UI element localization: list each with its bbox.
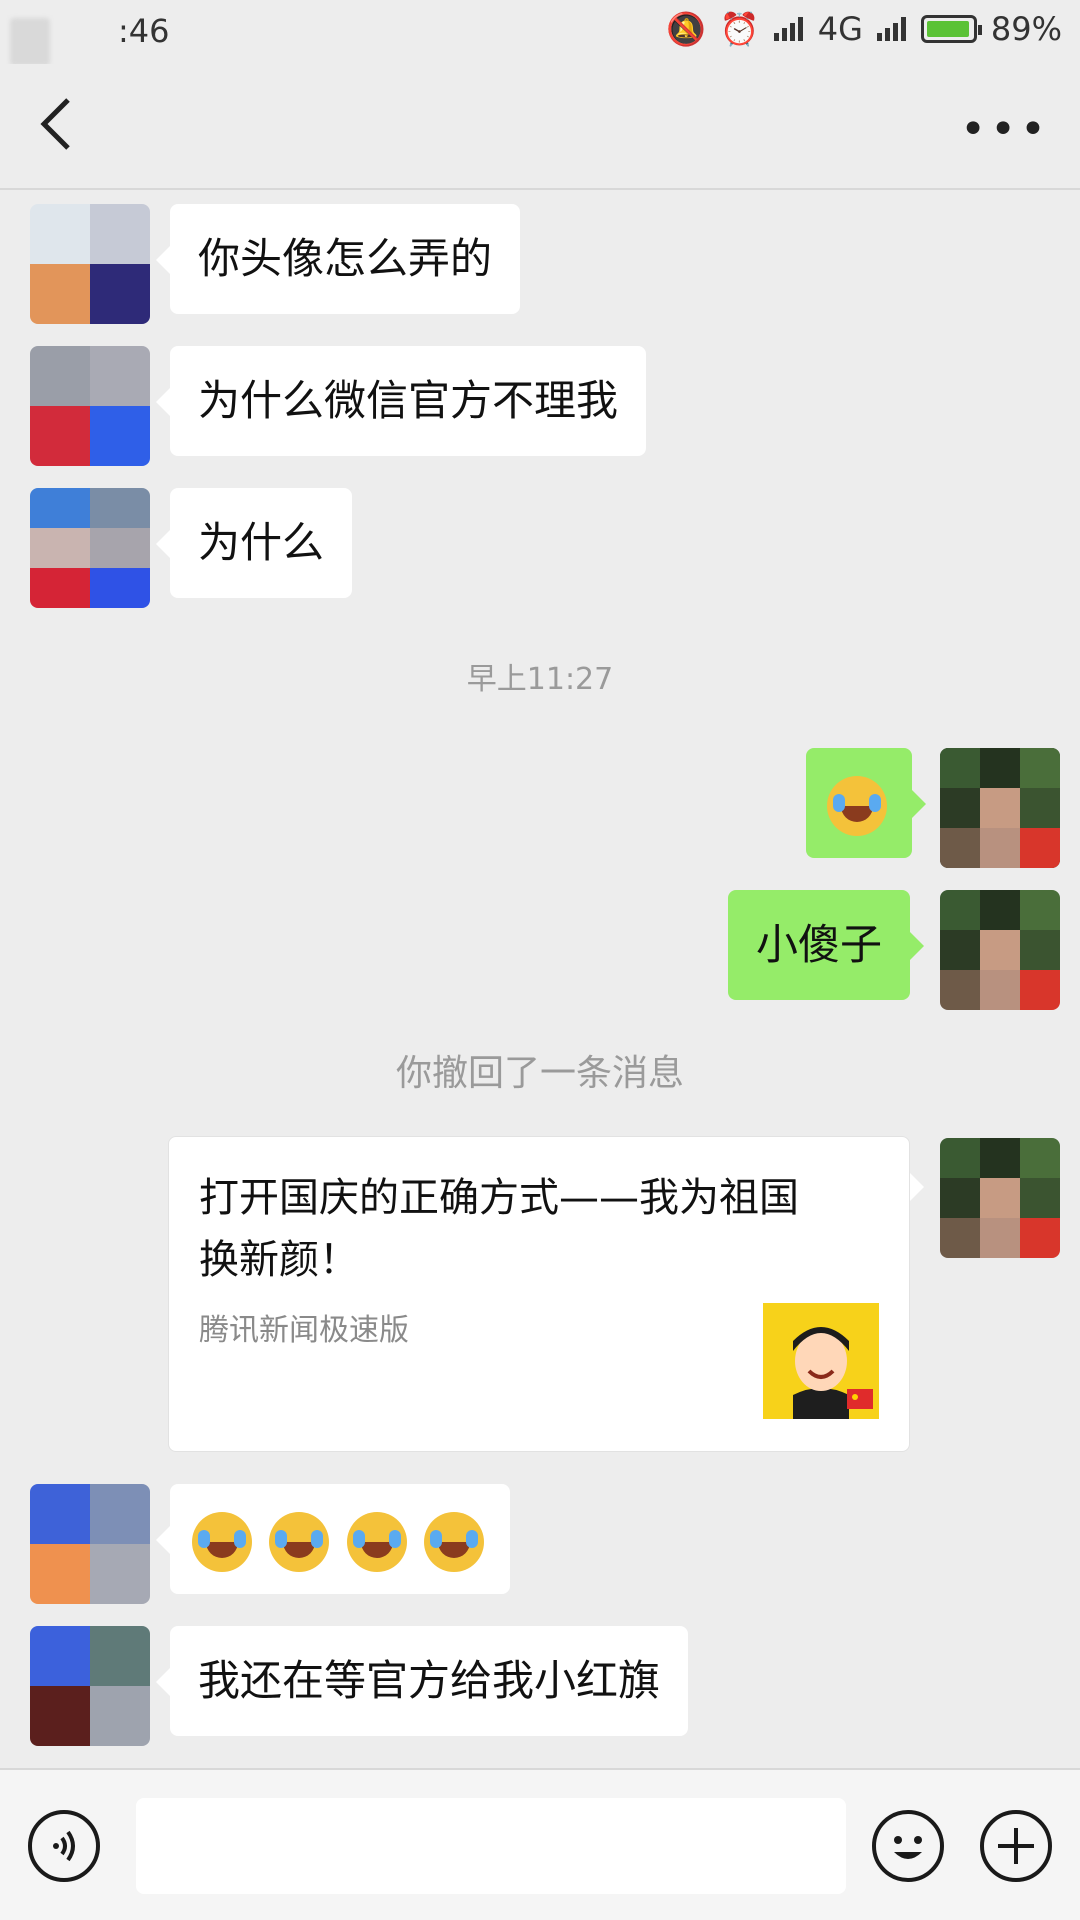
avatar[interactable] <box>940 748 1060 868</box>
laughing-crying-emoji-icon <box>424 1511 485 1572</box>
battery-percent: 89% <box>990 10 1062 48</box>
message-bubble[interactable]: 为什么微信官方不理我 <box>155 346 647 456</box>
plus-icon[interactable] <box>980 1810 1052 1882</box>
avatar[interactable] <box>30 1484 150 1604</box>
status-blur <box>10 18 50 66</box>
signal-icon <box>773 17 804 41</box>
message-bubble[interactable]: 小傻子 <box>728 890 925 1000</box>
network-label: 4G <box>817 10 863 48</box>
laughing-crying-emoji-icon <box>192 1511 252 1572</box>
card-title: 打开国庆的正确方式——我为祖国换新颜！ <box>199 1175 799 1283</box>
avatar[interactable] <box>30 204 150 324</box>
status-time: :46 <box>118 12 170 50</box>
recall-notice: 你撤回了一条消息 <box>395 1053 684 1094</box>
emoji-bubble[interactable] <box>155 1484 511 1594</box>
laughing-crying-emoji-icon <box>269 1511 330 1572</box>
more-icon[interactable]: ••• <box>960 104 1050 155</box>
emoji-bubble[interactable] <box>806 748 926 858</box>
emoji-icon[interactable] <box>872 1810 944 1882</box>
laughing-crying-emoji-icon <box>346 1511 407 1572</box>
avatar[interactable] <box>940 1138 1060 1258</box>
message-bubble[interactable]: 为什么 <box>155 488 353 598</box>
message-bubble[interactable]: 我还在等官方给我小红旗 <box>155 1626 689 1736</box>
input-bar <box>0 1768 1080 1920</box>
timestamp: 早上11:27 <box>466 662 614 697</box>
avatar[interactable] <box>30 346 150 466</box>
status-bar: :46 🔕 ⏰ 4G 89% <box>0 0 1080 66</box>
chat-header: ••• <box>0 64 1080 190</box>
card-thumbnail <box>763 1303 879 1419</box>
avatar[interactable] <box>30 1626 150 1746</box>
card-source: 腾讯新闻极速版 <box>199 1313 409 1348</box>
message-bubble[interactable]: 你头像怎么弄的 <box>155 204 521 314</box>
link-card[interactable]: 打开国庆的正确方式——我为祖国换新颜！ 腾讯新闻极速版 <box>168 1136 924 1452</box>
voice-icon[interactable] <box>28 1810 100 1882</box>
mute-icon: 🔕 <box>666 10 706 48</box>
alarm-icon: ⏰ <box>719 10 760 48</box>
status-icons: 🔕 ⏰ 4G 89% <box>666 10 1062 48</box>
avatar[interactable] <box>30 488 150 608</box>
laughing-crying-emoji-icon <box>827 775 887 836</box>
avatar[interactable] <box>940 890 1060 1010</box>
back-icon[interactable] <box>30 94 90 154</box>
signal-icon-2 <box>876 17 907 41</box>
message-input[interactable] <box>136 1798 846 1894</box>
battery-icon <box>920 15 982 43</box>
